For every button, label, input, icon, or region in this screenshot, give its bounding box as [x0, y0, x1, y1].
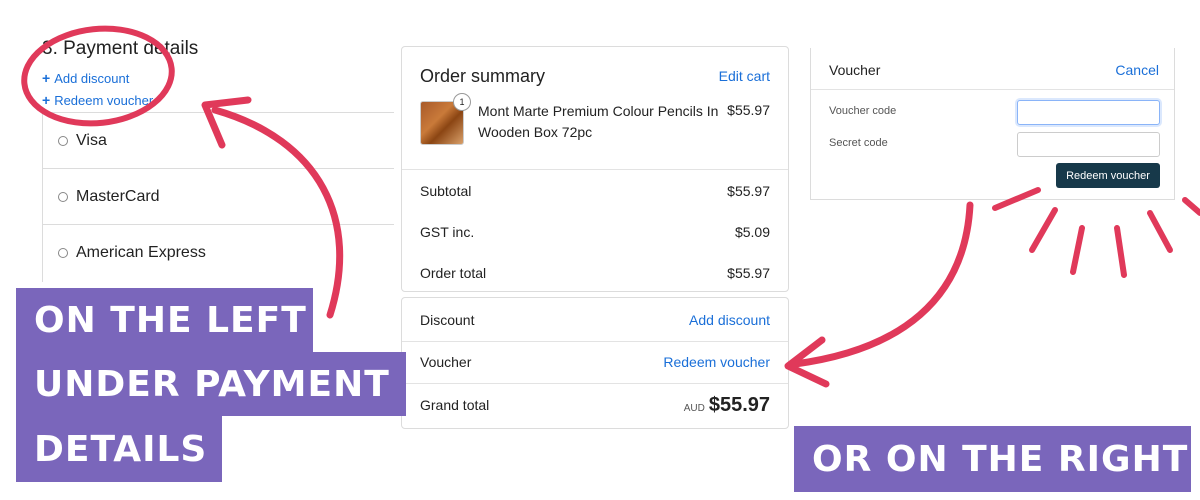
- banner-right: OR ON THE RIGHT: [794, 426, 1191, 492]
- redeem-voucher-link[interactable]: + Redeem voucher: [42, 92, 153, 108]
- add-discount-link[interactable]: + Add discount: [42, 70, 129, 86]
- payment-method-visa[interactable]: Visa: [42, 112, 394, 168]
- redeem-voucher-label: Redeem voucher: [54, 92, 154, 108]
- redeem-voucher-link-summary[interactable]: Redeem voucher: [663, 354, 770, 370]
- voucher-panel-title: Voucher: [829, 62, 881, 78]
- currency-code: AUD: [683, 403, 705, 414]
- grand-total-value: $55.97: [708, 394, 770, 416]
- divider: [811, 89, 1174, 90]
- plus-icon: +: [42, 92, 51, 108]
- payment-method-mastercard[interactable]: MasterCard: [42, 168, 394, 224]
- payment-method-label: Visa: [76, 131, 107, 149]
- payment-details-title: 3. Payment details: [42, 38, 199, 59]
- divider: [402, 341, 788, 342]
- payment-method-label: MasterCard: [76, 187, 160, 205]
- divider: [402, 383, 788, 384]
- payment-method-amex[interactable]: American Express: [42, 224, 394, 280]
- gst-value: $5.09: [734, 224, 770, 240]
- plus-icon: +: [42, 70, 51, 86]
- product-price: $55.97: [727, 102, 770, 118]
- quantity-badge: 1: [453, 93, 471, 111]
- discount-label: Discount: [420, 312, 475, 328]
- banner-left-line3: DETAILS: [16, 416, 222, 482]
- edit-cart-link[interactable]: Edit cart: [719, 68, 770, 84]
- right-arrow-shaft: [791, 201, 974, 368]
- redeem-voucher-button[interactable]: Redeem voucher: [1056, 163, 1160, 188]
- secret-code-input[interactable]: [1017, 132, 1160, 157]
- totals-card: Discount Add discount Voucher Redeem vou…: [401, 297, 789, 429]
- voucher-panel: Voucher Cancel Voucher code Secret code …: [810, 48, 1175, 200]
- right-arrow-head: [784, 336, 830, 388]
- banner-left-line1: ON THE LEFT: [16, 288, 313, 352]
- sparkle-strokes: [992, 187, 1200, 278]
- subtotal-label: Subtotal: [420, 183, 472, 199]
- radio-icon[interactable]: [58, 135, 68, 146]
- voucher-label: Voucher: [420, 354, 472, 370]
- payment-method-label: American Express: [76, 243, 206, 261]
- secret-code-label: Secret code: [829, 137, 888, 149]
- grand-total-label: Grand total: [420, 397, 490, 413]
- gst-label: GST inc.: [420, 224, 475, 240]
- cancel-link[interactable]: Cancel: [1115, 62, 1159, 78]
- add-discount-link-summary[interactable]: Add discount: [689, 312, 770, 328]
- banner-left-line2: UNDER PAYMENT: [16, 352, 406, 416]
- add-discount-label: Add discount: [54, 70, 130, 86]
- grand-total-value-group: AUD $55.97: [684, 394, 770, 417]
- product-name: Mont Marte Premium Colour Pencils In Woo…: [478, 103, 719, 140]
- divider: [402, 169, 788, 170]
- order-total-value: $55.97: [727, 265, 770, 281]
- radio-icon[interactable]: [58, 247, 68, 258]
- voucher-code-input[interactable]: [1017, 100, 1160, 125]
- order-total-label: Order total: [420, 265, 487, 281]
- subtotal-value: $55.97: [727, 183, 770, 199]
- order-summary-title: Order summary: [420, 66, 546, 86]
- order-summary-card: Order summary Edit cart 1 Mont Marte Pre…: [401, 46, 789, 292]
- radio-icon[interactable]: [58, 191, 68, 202]
- voucher-code-label: Voucher code: [829, 105, 897, 117]
